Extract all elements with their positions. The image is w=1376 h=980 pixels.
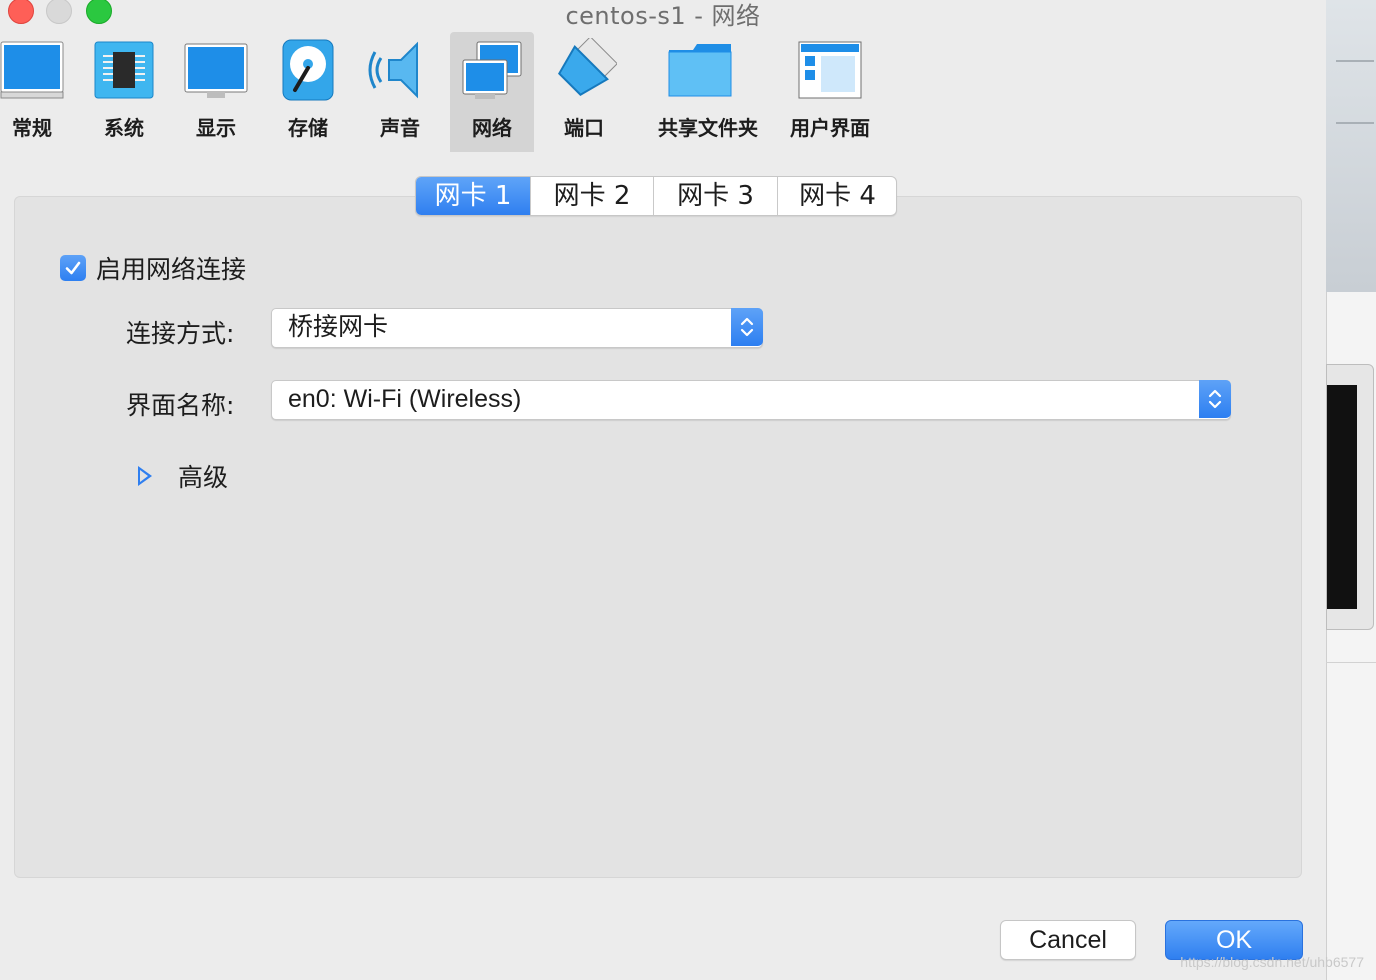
toolbar-item-user-interface[interactable]: 用户界面 xyxy=(788,32,872,152)
general-icon xyxy=(0,41,64,99)
settings-toolbar: 常规 系统 显示 存储 声音 网络 端口 共享文件夹 用户界面 xyxy=(0,32,1326,152)
window-title: centos-s1 - 网络 xyxy=(565,2,761,30)
system-chip-icon xyxy=(94,41,154,99)
network-icon xyxy=(462,41,522,99)
tab-adapter-1[interactable]: 网卡 1 xyxy=(416,177,530,215)
title-bar: centos-s1 - 网络 xyxy=(0,0,1326,30)
toolbar-label-system: 系统 xyxy=(104,116,144,140)
up-down-chevron-icon xyxy=(740,317,754,337)
shared-folder-icon xyxy=(668,44,732,97)
user-interface-icon xyxy=(798,41,862,99)
interface-name-stepper[interactable] xyxy=(1199,380,1231,418)
disclosure-triangle-icon[interactable] xyxy=(138,466,152,486)
cancel-button[interactable]: Cancel xyxy=(1000,920,1136,960)
toolbar-item-shared-folders[interactable]: 共享文件夹 xyxy=(658,32,758,152)
interface-name-label: 界面名称: xyxy=(126,391,235,420)
toolbar-item-system[interactable]: 系统 xyxy=(82,32,166,152)
up-down-chevron-icon xyxy=(1208,389,1222,409)
settings-window: centos-s1 - 网络 常规 系统 显示 存储 声音 网络 端口 共享文件… xyxy=(0,0,1326,980)
toolbar-item-network[interactable]: 网络 xyxy=(450,32,534,152)
attached-to-label: 连接方式: xyxy=(126,319,235,348)
adapter-tab-bar: 网卡 1 网卡 2 网卡 3 网卡 4 xyxy=(415,176,897,216)
advanced-label: 高级 xyxy=(178,463,229,492)
toolbar-item-ports[interactable]: 端口 xyxy=(542,32,626,152)
toolbar-label-display: 显示 xyxy=(196,116,236,140)
interface-name-select[interactable]: en0: Wi-Fi (Wireless) xyxy=(271,380,1231,420)
enable-network-label: 启用网络连接 xyxy=(96,255,247,284)
toolbar-label-general: 常规 xyxy=(12,116,52,140)
toolbar-label-storage: 存储 xyxy=(288,116,328,140)
toolbar-item-display[interactable]: 显示 xyxy=(174,32,258,152)
enable-network-row: 启用网络连接 xyxy=(60,252,246,284)
interface-name-value: en0: Wi-Fi (Wireless) xyxy=(288,385,522,413)
tab-adapter-2[interactable]: 网卡 2 xyxy=(530,177,653,215)
attached-to-stepper[interactable] xyxy=(731,308,763,346)
enable-network-checkbox[interactable] xyxy=(60,255,86,281)
background-vm-preview xyxy=(1326,364,1374,630)
toolbar-item-audio[interactable]: 声音 xyxy=(358,32,442,152)
toolbar-item-general[interactable]: 常规 xyxy=(0,32,74,152)
display-monitor-icon xyxy=(184,43,248,98)
tab-adapter-4[interactable]: 网卡 4 xyxy=(777,177,896,215)
toolbar-label-audio: 声音 xyxy=(380,116,420,140)
toolbar-label-ports: 端口 xyxy=(564,116,604,140)
network-settings-panel xyxy=(14,196,1302,878)
background-divider xyxy=(1326,662,1376,663)
attached-to-value: 桥接网卡 xyxy=(288,312,389,341)
tab-adapter-3[interactable]: 网卡 3 xyxy=(653,177,777,215)
storage-disk-icon xyxy=(282,39,334,101)
toolbar-label-network: 网络 xyxy=(472,116,512,140)
background-thumbnail xyxy=(1326,0,1376,292)
toolbar-label-user-interface: 用户界面 xyxy=(790,116,870,140)
serial-port-icon xyxy=(558,38,617,96)
attached-to-select[interactable]: 桥接网卡 xyxy=(271,308,763,348)
watermark: https://blog.csdn.net/uhb6577 xyxy=(1180,954,1364,970)
speaker-icon xyxy=(368,41,418,99)
advanced-disclosure[interactable]: 高级 xyxy=(138,458,228,494)
checkmark-icon xyxy=(65,261,81,275)
toolbar-item-storage[interactable]: 存储 xyxy=(266,32,350,152)
toolbar-label-shared-folders: 共享文件夹 xyxy=(658,116,758,140)
